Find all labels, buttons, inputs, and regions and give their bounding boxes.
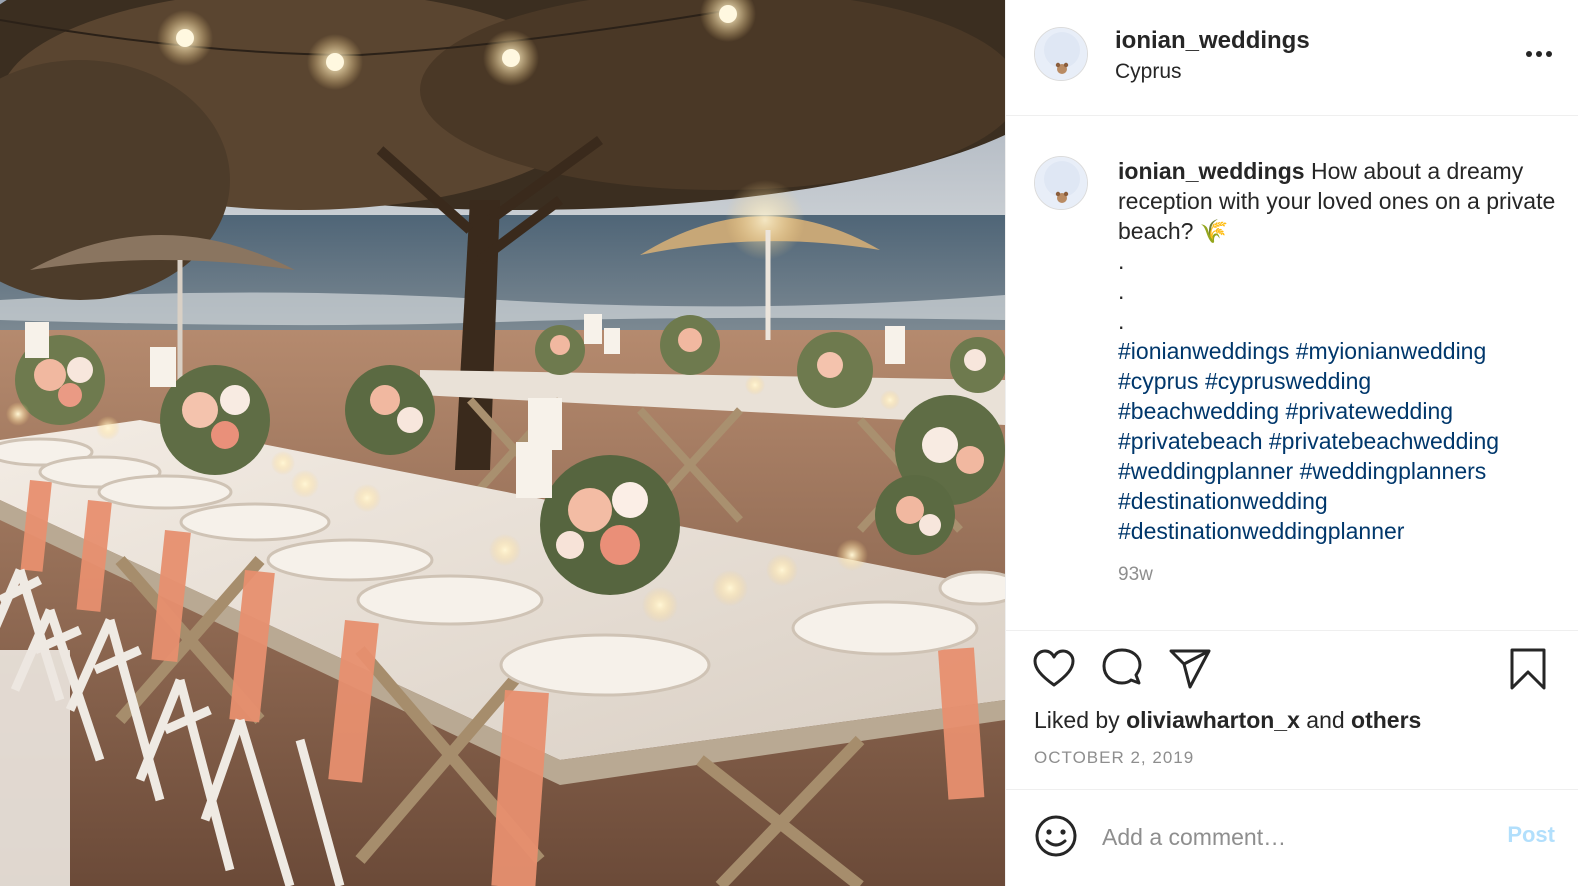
liked-by-user-link[interactable]: oliviawharton_x <box>1126 707 1300 733</box>
hashtag-link[interactable]: #privatebeach <box>1118 428 1263 454</box>
heart-icon[interactable] <box>1032 647 1076 691</box>
hashtag-link[interactable]: #cyprus <box>1118 368 1199 394</box>
post-caption: ionian_weddings How about a dreamy recep… <box>1118 156 1558 546</box>
post-time-ago[interactable]: 93w <box>1118 564 1153 586</box>
likes-and: and <box>1306 707 1345 733</box>
hashtag-link[interactable]: #ionianweddings <box>1118 338 1289 364</box>
caption-dot: . <box>1118 248 1125 274</box>
caption-dot: . <box>1118 308 1125 334</box>
hashtag-link[interactable]: #privatebeachwedding <box>1269 428 1499 454</box>
post-date[interactable]: OCTOBER 2, 2019 <box>1034 748 1194 768</box>
hashtag-link[interactable]: #destinationweddingplanner <box>1118 518 1404 544</box>
hashtag-link[interactable]: #privatewedding <box>1286 398 1454 424</box>
liked-by-others-link[interactable]: others <box>1351 707 1421 733</box>
post-photo[interactable] <box>0 0 1005 886</box>
post-header: ionian_weddings Cyprus <box>1006 0 1578 116</box>
hashtag-link[interactable]: #beachwedding <box>1118 398 1279 424</box>
post-location[interactable]: Cyprus <box>1115 60 1182 84</box>
paper-plane-icon[interactable] <box>1168 647 1212 691</box>
add-comment-bar: Post <box>1006 790 1578 886</box>
likes-prefix: Liked by <box>1034 707 1120 733</box>
post-side-panel: ionian_weddings Cyprus ionian_weddings H… <box>1005 0 1578 886</box>
hashtag-link[interactable]: #weddingplanners <box>1300 458 1487 484</box>
post-comment-button[interactable]: Post <box>1507 822 1555 848</box>
beach-reception-photo <box>0 0 1005 886</box>
comment-bubble-icon[interactable] <box>1100 647 1144 691</box>
hashtag-list: #ionianweddings #myionianwedding #cyprus … <box>1118 336 1558 546</box>
hashtag-link[interactable]: #destinationwedding <box>1118 488 1328 514</box>
avatar-image <box>1035 157 1087 209</box>
caption-area: ionian_weddings How about a dreamy recep… <box>1006 116 1578 631</box>
caption-dot: . <box>1118 278 1125 304</box>
hashtag-link[interactable]: #weddingplanner <box>1118 458 1293 484</box>
hashtag-link[interactable]: #myionianwedding <box>1296 338 1487 364</box>
post-actions: Liked by oliviawharton_x and others OCTO… <box>1006 631 1578 790</box>
avatar-image <box>1035 28 1087 80</box>
avatar[interactable] <box>1034 27 1088 81</box>
caption-author[interactable]: ionian_weddings <box>1118 158 1305 184</box>
post-username[interactable]: ionian_weddings <box>1115 27 1310 55</box>
smiley-icon[interactable] <box>1034 814 1078 858</box>
more-options-icon[interactable] <box>1525 44 1553 64</box>
bookmark-icon[interactable] <box>1506 647 1550 691</box>
comment-input[interactable] <box>1100 816 1474 858</box>
hashtag-link[interactable]: #cypruswedding <box>1205 368 1371 394</box>
instagram-post: ionian_weddings Cyprus ionian_weddings H… <box>0 0 1578 886</box>
caption-avatar[interactable] <box>1034 156 1088 210</box>
likes-summary: Liked by oliviawharton_x and others <box>1034 707 1421 734</box>
